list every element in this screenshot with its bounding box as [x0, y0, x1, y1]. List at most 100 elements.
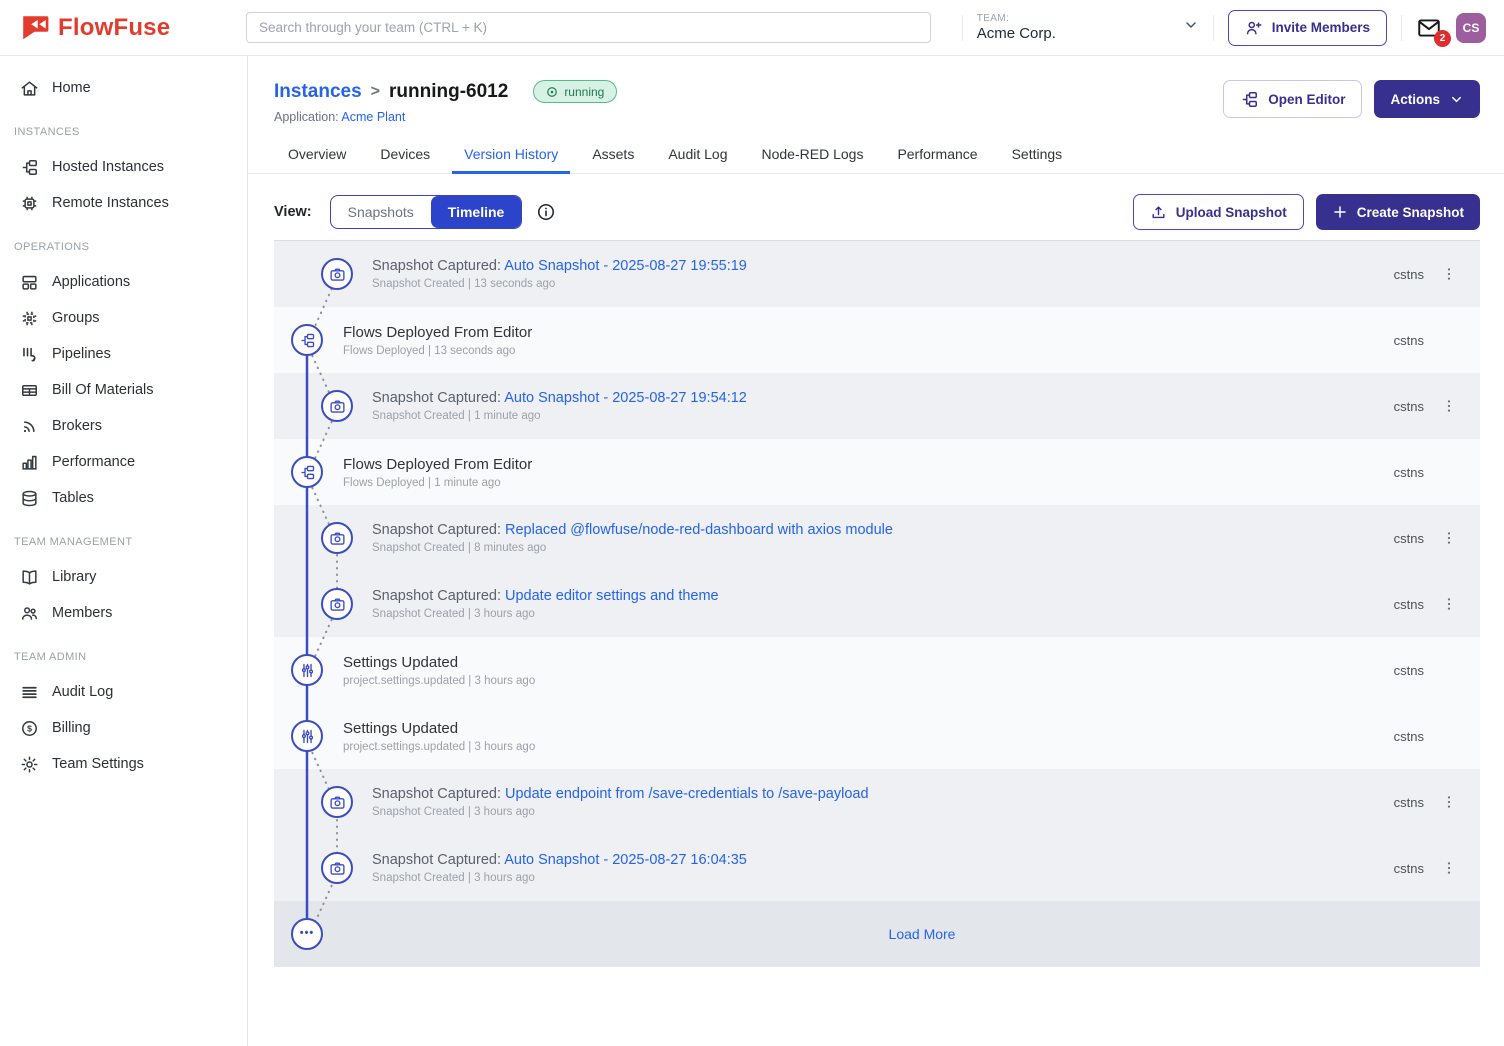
sidebar-item-brokers[interactable]: Brokers	[0, 408, 247, 444]
kebab-menu-icon[interactable]	[1436, 530, 1462, 546]
status-badge: running	[533, 80, 617, 103]
tab-version-history[interactable]: Version History	[450, 136, 572, 173]
load-more-link[interactable]: Load More	[889, 926, 956, 942]
tab-settings[interactable]: Settings	[998, 136, 1077, 173]
tab-performance[interactable]: Performance	[883, 136, 991, 173]
sidebar-item-performance[interactable]: Performance	[0, 444, 247, 480]
brand-name: FlowFuse	[58, 14, 170, 42]
snapshot-link[interactable]: Replaced @flowfuse/node-red-dashboard wi…	[505, 522, 893, 538]
breadcrumb-separator: >	[371, 83, 380, 101]
actions-button[interactable]: Actions	[1374, 80, 1480, 118]
kebab-menu-icon[interactable]	[1436, 266, 1462, 282]
info-icon[interactable]	[536, 202, 556, 222]
event-user: cstns	[1360, 663, 1424, 678]
instance-tabs: Overview Devices Version History Assets …	[248, 136, 1504, 174]
sidebar-item-audit-log[interactable]: Audit Log	[0, 674, 247, 710]
sidebar-item-pipelines[interactable]: Pipelines	[0, 336, 247, 372]
tab-devices[interactable]: Devices	[366, 136, 444, 173]
tab-assets[interactable]: Assets	[578, 136, 648, 173]
sidebar-item-label: Audit Log	[52, 684, 113, 700]
sidebar-item-members[interactable]: Members	[0, 595, 247, 631]
record-icon	[546, 86, 558, 98]
event-user: cstns	[1360, 861, 1424, 876]
snapshot-link[interactable]: Auto Snapshot - 2025-08-27 16:04:35	[504, 852, 747, 868]
event-meta: Snapshot Created | 3 hours ago	[372, 872, 1360, 884]
top-bar: FlowFuse TEAM: Acme Corp. Invite Members	[0, 0, 1504, 56]
sidebar-item-bill-of-materials[interactable]: Bill Of Materials	[0, 372, 247, 408]
breadcrumb-instances-link[interactable]: Instances	[274, 81, 362, 103]
snapshot-link[interactable]: Update endpoint from /save-credentials t…	[505, 786, 869, 802]
sidebar-item-library[interactable]: Library	[0, 559, 247, 595]
tab-node-red-logs[interactable]: Node-RED Logs	[748, 136, 878, 173]
invite-members-button[interactable]: Invite Members	[1228, 10, 1387, 46]
tab-overview[interactable]: Overview	[274, 136, 360, 173]
sidebar-item-groups[interactable]: Groups	[0, 300, 247, 336]
kebab-menu-icon[interactable]	[1436, 794, 1462, 810]
timeline-event-row: Snapshot Captured: Update editor setting…	[274, 571, 1480, 637]
search-input[interactable]	[246, 12, 931, 43]
tab-audit-log[interactable]: Audit Log	[654, 136, 741, 173]
camera-icon	[321, 588, 353, 620]
flowfuse-logo[interactable]: FlowFuse	[20, 13, 246, 43]
sidebar-item-label: Pipelines	[52, 346, 111, 362]
user-avatar[interactable]: CS	[1456, 13, 1486, 43]
sidebar: Home INSTANCES Hosted Instances Remote I…	[0, 56, 248, 1046]
event-title-text: Flows Deployed From Editor	[343, 456, 532, 473]
sidebar-item-remote-instances[interactable]: Remote Instances	[0, 185, 247, 221]
sidebar-item-label: Library	[52, 569, 96, 585]
sidebar-item-label: Brokers	[52, 418, 102, 434]
flows-icon	[291, 324, 323, 356]
camera-icon	[321, 786, 353, 818]
timeline-event-row: Flows Deployed From Editor Flows Deploye…	[274, 307, 1480, 373]
sidebar-item-home[interactable]: Home	[0, 70, 247, 106]
sidebar-item-label: Performance	[52, 454, 135, 470]
sidebar-item-team-settings[interactable]: Team Settings	[0, 746, 247, 782]
timeline-event-row: Flows Deployed From Editor Flows Deploye…	[274, 439, 1480, 505]
kebab-menu-icon[interactable]	[1436, 860, 1462, 876]
sliders-icon	[291, 720, 323, 752]
event-user: cstns	[1360, 399, 1424, 414]
gear-icon	[20, 755, 39, 774]
kebab-menu-icon[interactable]	[1436, 596, 1462, 612]
sidebar-item-tables[interactable]: Tables	[0, 480, 247, 516]
event-title-text: Flows Deployed From Editor	[343, 324, 532, 341]
snapshots-toggle[interactable]: Snapshots	[331, 196, 431, 228]
broadcast-icon	[20, 417, 39, 436]
sidebar-item-applications[interactable]: Applications	[0, 264, 247, 300]
sidebar-item-label: Applications	[52, 274, 130, 290]
team-name: Acme Corp.	[977, 25, 1056, 42]
open-editor-label: Open Editor	[1268, 92, 1345, 107]
kebab-menu-icon[interactable]	[1436, 398, 1462, 414]
snapshot-link[interactable]: Auto Snapshot - 2025-08-27 19:55:19	[504, 258, 747, 274]
snapshot-link[interactable]: Update editor settings and theme	[505, 588, 719, 604]
upload-snapshot-button[interactable]: Upload Snapshot	[1133, 194, 1304, 230]
create-snapshot-button[interactable]: Create Snapshot	[1316, 194, 1480, 230]
team-selector[interactable]: TEAM: Acme Corp.	[977, 13, 1199, 42]
timeline-event-row: Settings Updated project.settings.update…	[274, 637, 1480, 703]
open-editor-button[interactable]: Open Editor	[1223, 80, 1362, 118]
sidebar-item-label: Members	[52, 605, 112, 621]
event-title: Flows Deployed From Editor	[343, 324, 1360, 341]
camera-icon	[321, 258, 353, 290]
flowfuse-app: FlowFuse TEAM: Acme Corp. Invite Members	[0, 0, 1504, 1046]
sidebar-item-hosted-instances[interactable]: Hosted Instances	[0, 149, 247, 185]
sidebar-section-instances: INSTANCES	[0, 115, 247, 149]
event-title: Settings Updated	[343, 654, 1360, 671]
camera-icon	[321, 852, 353, 884]
status-badge-label: running	[564, 85, 604, 99]
application-link[interactable]: Acme Plant	[341, 110, 405, 124]
event-title: Snapshot Captured: Replaced @flowfuse/no…	[372, 522, 1360, 538]
sidebar-item-billing[interactable]: $ Billing	[0, 710, 247, 746]
notifications-button[interactable]: 2	[1416, 15, 1442, 41]
applications-icon	[20, 273, 39, 292]
application-line: Application: Acme Plant	[274, 110, 617, 124]
sidebar-item-label: Team Settings	[52, 756, 144, 772]
view-toggle: Snapshots Timeline	[330, 195, 523, 229]
timeline-toggle[interactable]: Timeline	[431, 196, 522, 228]
snapshot-link[interactable]: Auto Snapshot - 2025-08-27 19:54:12	[504, 390, 747, 406]
chevron-down-icon	[1449, 92, 1464, 107]
event-meta: Snapshot Created | 13 seconds ago	[372, 278, 1360, 290]
table-list-icon	[20, 381, 39, 400]
timeline-event-row: Snapshot Captured: Auto Snapshot - 2025-…	[274, 241, 1480, 307]
timeline-event-row: Snapshot Captured: Auto Snapshot - 2025-…	[274, 835, 1480, 901]
